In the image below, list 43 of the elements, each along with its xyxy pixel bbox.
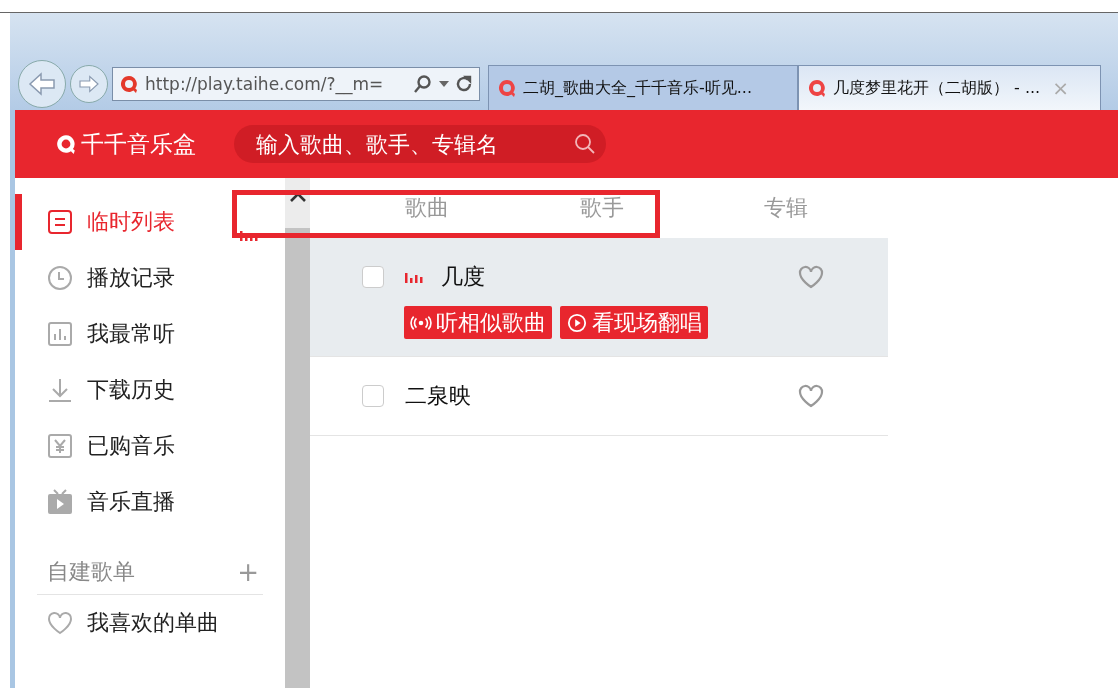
chevron-up-icon xyxy=(289,192,306,202)
sidebar-item[interactable]: 我最常听 xyxy=(15,306,285,362)
action-button[interactable]: 看现场翻唱 xyxy=(560,306,708,339)
heart-icon xyxy=(47,610,73,636)
back-arrow-icon xyxy=(28,72,56,96)
sidebar-item[interactable]: 临时列表 xyxy=(15,194,285,250)
heart-icon[interactable] xyxy=(798,384,824,408)
download-icon xyxy=(47,377,73,403)
search-field[interactable]: 输入歌曲、歌手、专辑名 xyxy=(234,125,606,163)
forward-arrow-icon xyxy=(78,75,100,93)
site-logo-icon xyxy=(119,74,139,94)
play-circle-icon xyxy=(566,312,588,333)
checkbox[interactable] xyxy=(362,266,384,288)
url-text: http://play.taihe.com/?__m= xyxy=(145,74,385,94)
back-button[interactable] xyxy=(18,60,66,108)
site-logo-icon xyxy=(807,78,827,98)
sidebar-item[interactable]: 下载历史 xyxy=(15,362,285,418)
dropdown-icon[interactable] xyxy=(439,81,449,87)
action-button[interactable]: 听相似歌曲 xyxy=(404,306,552,339)
checkbox[interactable] xyxy=(362,385,384,407)
search-icon[interactable] xyxy=(574,133,596,155)
browser-tab[interactable]: 几度梦里花开（二胡版） - ... × xyxy=(798,65,1101,110)
browser-tab[interactable]: 二胡_歌曲大全_千千音乐-听见... xyxy=(488,65,798,110)
heart-icon[interactable] xyxy=(798,265,824,289)
app-logo-icon xyxy=(55,133,77,155)
playlist-item[interactable]: 我喜欢的单曲 xyxy=(15,595,285,651)
forward-button[interactable] xyxy=(70,65,108,103)
sidebar-item[interactable]: 音乐直播 xyxy=(15,474,285,530)
tv-play-icon xyxy=(47,489,73,515)
sidebar-item[interactable]: 播放记录 xyxy=(15,250,285,306)
yen-icon xyxy=(47,433,73,459)
site-logo-icon xyxy=(497,78,517,98)
song-title: 二泉映 xyxy=(405,382,471,410)
search-icon[interactable] xyxy=(413,74,433,94)
list-icon xyxy=(47,209,73,235)
address-bar[interactable]: http://play.taihe.com/?__m= xyxy=(112,67,480,101)
song-title: 几度 xyxy=(441,263,485,291)
section-title: 自建歌单 xyxy=(47,558,135,586)
clock-icon xyxy=(47,265,73,291)
refresh-icon[interactable] xyxy=(455,75,473,93)
app-title: 千千音乐盒 xyxy=(81,129,196,159)
bar-chart-icon xyxy=(47,321,73,347)
sidebar-item[interactable]: 已购音乐 xyxy=(15,418,285,474)
